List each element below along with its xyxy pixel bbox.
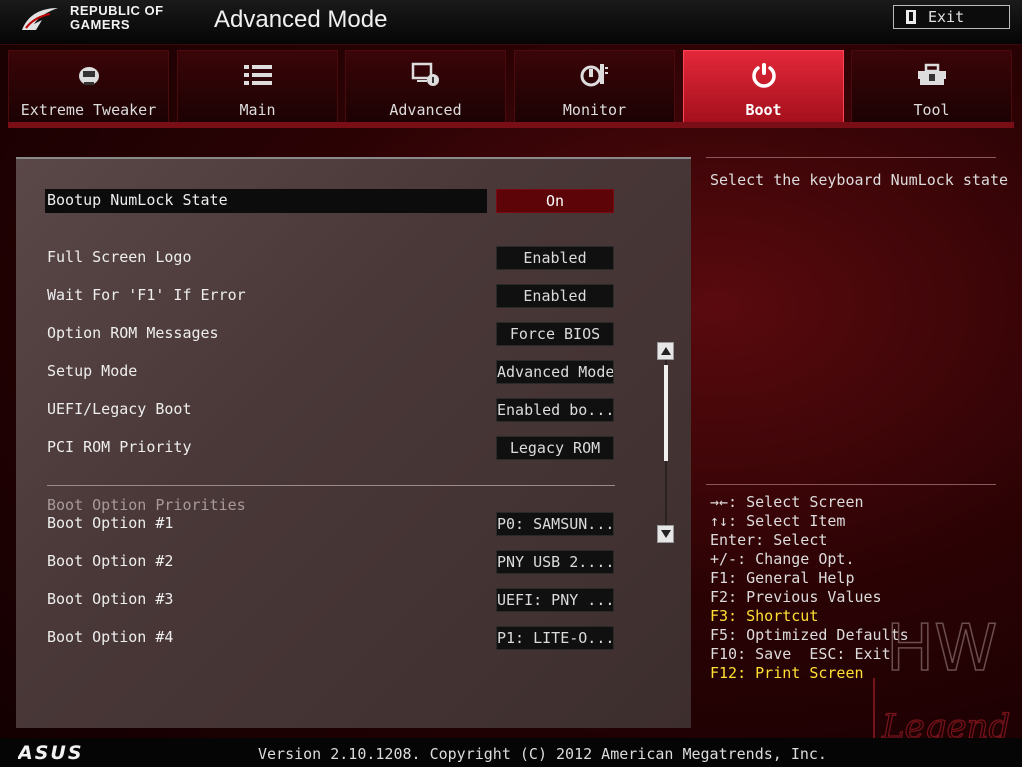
setting-label: UEFI/Legacy Boot	[47, 400, 192, 418]
tab-label: Tool	[913, 101, 950, 119]
setting-value[interactable]: PNY USB 2....	[496, 550, 614, 574]
tab-bar: Extreme Tweaker Main Advanced Monitor Bo…	[8, 50, 1014, 122]
setting-label: Option ROM Messages	[47, 324, 219, 342]
setting-label: Boot Option #2	[47, 552, 174, 570]
setting-row-option-rom-messages[interactable]: Option ROM Messages Force BIOS	[47, 322, 615, 346]
key-hint: +/-: Change Opt.	[710, 550, 855, 568]
scroll-down-arrow-icon[interactable]	[657, 525, 674, 543]
setting-label: Boot Option #3	[47, 590, 174, 608]
setting-label: Boot Option #1	[47, 514, 174, 532]
setting-value[interactable]: Advanced Mode	[496, 360, 614, 384]
brand-logo-text: REPUBLIC OF GAMERS	[70, 4, 164, 32]
boot-option-row-1[interactable]: Boot Option #1 P0: SAMSUN...	[47, 512, 615, 536]
setting-row-full-screen-logo[interactable]: Full Screen Logo Enabled	[47, 246, 615, 270]
scroll-up-arrow-icon[interactable]	[657, 342, 674, 360]
exit-door-icon	[906, 10, 916, 24]
key-hint: →←: Select Screen	[710, 493, 864, 511]
tool-icon	[852, 61, 1011, 89]
power-icon	[684, 61, 843, 89]
list-icon	[178, 61, 337, 89]
key-hint: F1: General Help	[710, 569, 855, 587]
asus-logo-text: ASUS	[18, 743, 84, 761]
setting-label: Wait For 'F1' If Error	[47, 286, 246, 304]
monitor-icon	[515, 61, 674, 89]
tab-extreme-tweaker[interactable]: Extreme Tweaker	[8, 50, 169, 122]
advanced-icon	[346, 61, 505, 89]
rog-logo-icon	[22, 8, 58, 30]
exit-button[interactable]: Exit	[893, 5, 1010, 29]
exit-button-label: Exit	[928, 8, 965, 26]
tab-tool[interactable]: Tool	[851, 50, 1012, 122]
setting-value[interactable]: UEFI: PNY ...	[496, 588, 614, 612]
key-hint: Enter: Select	[710, 531, 828, 549]
tab-advanced[interactable]: Advanced	[345, 50, 506, 122]
setting-row-uefi-legacy-boot[interactable]: UEFI/Legacy Boot Enabled bo...	[47, 398, 615, 422]
mode-title: Advanced Mode	[214, 6, 388, 33]
setting-value[interactable]: Enabled	[496, 246, 614, 270]
header-bar: REPUBLIC OF GAMERS Advanced Mode Exit	[0, 0, 1022, 45]
tab-label: Extreme Tweaker	[20, 101, 157, 119]
setting-value[interactable]: On	[496, 189, 614, 213]
setting-row-setup-mode[interactable]: Setup Mode Advanced Mode	[47, 360, 615, 384]
setting-label: Full Screen Logo	[47, 248, 192, 266]
setting-row-bootup-numlock[interactable]: Bootup NumLock State On	[45, 189, 615, 213]
tweaker-icon	[9, 61, 168, 89]
setting-label: Setup Mode	[47, 362, 138, 380]
tab-label: Boot	[745, 101, 782, 119]
setting-label: PCI ROM Priority	[47, 438, 192, 456]
boot-option-row-2[interactable]: Boot Option #2 PNY USB 2....	[47, 550, 615, 574]
help-divider-keys	[706, 484, 996, 485]
setting-row-pci-rom-priority[interactable]: PCI ROM Priority Legacy ROM	[47, 436, 615, 460]
setting-row-wait-f1[interactable]: Wait For 'F1' If Error Enabled	[47, 284, 615, 308]
help-divider-top	[706, 157, 996, 158]
setting-label: Boot Option #4	[47, 628, 174, 646]
version-text: Version 2.10.1208. Copyright (C) 2012 Am…	[258, 745, 827, 763]
setting-value[interactable]: Enabled	[496, 284, 614, 308]
scrollbar-thumb[interactable]	[664, 365, 668, 461]
tab-main[interactable]: Main	[177, 50, 338, 122]
settings-panel: Bootup NumLock State On Full Screen Logo…	[16, 157, 691, 728]
watermark-line-1: HW	[886, 612, 997, 686]
tab-label: Main	[239, 101, 276, 119]
boot-option-row-4[interactable]: Boot Option #4 P1: LITE-O...	[47, 626, 615, 650]
brand-line-2: GAMERS	[70, 17, 131, 32]
setting-label: Bootup NumLock State	[47, 191, 228, 209]
help-description: Select the keyboard NumLock state	[710, 171, 1009, 189]
tab-label: Monitor	[562, 101, 627, 119]
brand-line-1: REPUBLIC OF	[70, 3, 164, 18]
setting-value[interactable]: P0: SAMSUN...	[496, 512, 614, 536]
boot-option-row-3[interactable]: Boot Option #3 UEFI: PNY ...	[47, 588, 615, 612]
tab-label: Advanced	[389, 101, 462, 119]
asus-logo: ASUS	[18, 743, 84, 761]
tab-underline	[8, 122, 1014, 128]
setting-value[interactable]: Enabled bo...	[496, 398, 614, 422]
section-divider	[47, 485, 615, 486]
setting-value[interactable]: Force BIOS	[496, 322, 614, 346]
tab-monitor[interactable]: Monitor	[514, 50, 675, 122]
tab-boot[interactable]: Boot	[683, 50, 844, 122]
setting-value[interactable]: P1: LITE-O...	[496, 626, 614, 650]
setting-value[interactable]: Legacy ROM	[496, 436, 614, 460]
key-hint: ↑↓: Select Item	[710, 512, 846, 530]
hwlegend-watermark-logo: HW Legend	[873, 611, 1011, 748]
